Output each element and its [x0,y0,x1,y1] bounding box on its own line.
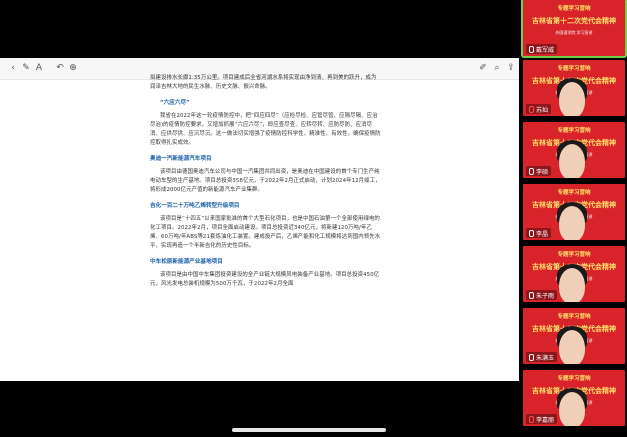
participant-tile[interactable]: 专题学习营响吉林省第十二次党代会精神外国语学院 学习宣讲李晶 [523,184,625,240]
participant-namebar: 苏灿 [526,104,552,114]
participant-namebar: 李晶 [526,228,552,238]
participant-namebar: 朱满玉 [526,352,558,362]
back-icon[interactable]: ‹ [6,61,20,75]
banner-top-text: 专题学习营响 [557,190,591,196]
participant-tile[interactable]: 专题学习营响吉林省第十二次党代会精神外国语学院 学习宣讲李嘉丽 [523,370,625,426]
intro-paragraph: 拟建设排水长廊1.35万公里。项目建成后全省河湖水系将实现由净到清、再到美的跃升… [150,75,377,90]
section-title: 奥迪一汽新能源汽车项目 [150,156,212,162]
section-title: 中车松原新能源产业基地项目 [150,259,223,265]
participant-sidebar: 专题学习营响吉林省第十二次党代会精神外国语学院 学习宣讲戴军威专题学习营响吉林省… [521,0,627,437]
participant-name: 李嘉丽 [536,416,555,424]
mic-icon [529,229,534,237]
banner-top-text: 专题学习营响 [557,66,591,72]
document-content: 拟建设排水长廊1.35万公里。项目建成后全省河湖水系将实现由净到清、再到美的跃升… [150,74,382,289]
participant-name: 戴军威 [536,46,555,54]
banner-top-text: 专题学习营响 [557,128,591,134]
pen-icon[interactable]: ✎ [19,61,33,75]
share-icon[interactable]: ⇪ [504,61,518,75]
mic-muted-icon [529,105,534,113]
participant-tile[interactable]: 专题学习营响吉林省第十二次党代会精神外国语学院 学习宣讲李硕 [523,122,625,178]
shared-document-window: ‹ ✎ A ↶ ⊕ ✐ ⌕ ⇪ 拟建设排水长廊1.35万公里。项目建成后全省河湖… [0,58,519,381]
participant-name: 朱满玉 [536,354,555,362]
participant-name: 李晶 [536,230,549,238]
section-body: 我省在2022年这一轮疫情防控中，把“四应四尽”（应检尽检、应管尽管、应隔尽隔、… [150,113,381,146]
highlighter-icon[interactable]: ✐ [476,61,490,75]
participant-face [559,268,585,302]
document-page[interactable]: 拟建设排水长廊1.35万公里。项目建成后全省河湖水系将实现由净到清、再到美的跃升… [0,75,519,381]
banner-top-text: 专题学习营响 [557,376,591,382]
banner-top-text: 专题学习营响 [557,314,591,320]
participant-face [559,392,585,426]
undo-icon[interactable]: ↶ [53,61,67,75]
section-body: 该项目是“十四五”以来国家批准的首个大型石化项目，也是中国石油第一个全部使用绿电… [150,216,381,249]
section-title: 吉化一百二十万吨乙烯转型升级项目 [150,203,240,209]
participant-namebar: 戴军威 [526,44,558,54]
participant-tile[interactable]: 专题学习营响吉林省第十二次党代会精神 外国语学院 学习宣讲戴军威 [521,0,627,58]
mic-icon [529,167,534,175]
section-title: “六应六尽” [160,100,190,106]
section-body: 该项目由德国奥迪汽车公司与中国一汽集团共同出资，是奥迪在中国建设的首个专门生产纯… [150,169,381,193]
participant-name: 苏灿 [536,106,549,114]
participant-tile[interactable]: 专题学习营响吉林省第十二次党代会精神外国语学院 学习宣讲苏灿 [523,60,625,116]
mic-icon [529,291,534,299]
participant-tile[interactable]: 专题学习营响吉林省第十二次党代会精神外国语学院 学习宣讲朱满玉 [523,308,625,364]
text-icon[interactable]: A [32,61,46,75]
banner-main-text: 吉林省第十二次党代会精神 [532,17,616,25]
participant-name: 朱子雨 [536,292,555,300]
mic-muted-icon [529,415,534,423]
participant-face [559,82,585,116]
participant-namebar: 李嘉丽 [526,414,558,424]
home-indicator[interactable] [232,428,386,432]
add-icon[interactable]: ⊕ [66,61,80,75]
participant-face [559,206,585,240]
banner-top-text: 专题学习营响 [557,6,591,12]
banner-sub-text: 外国语学院 学习宣讲 [555,30,593,35]
search-icon[interactable]: ⌕ [490,61,504,75]
participant-name: 李硕 [536,168,549,176]
participant-namebar: 李硕 [526,166,552,176]
mic-icon [529,45,534,53]
participant-namebar: 朱子雨 [526,290,558,300]
section-body: 该项目是由中国中车集团投资建设的全产业链大规模风电装备产业基地。项目总投资450… [150,272,380,287]
banner-top-text: 专题学习营响 [557,252,591,258]
participant-face [559,330,585,364]
mic-icon [529,353,534,361]
participant-face [559,144,585,178]
participant-tile[interactable]: 专题学习营响吉林省第十二次党代会精神外国语学院 学习宣讲朱子雨 [523,246,625,302]
